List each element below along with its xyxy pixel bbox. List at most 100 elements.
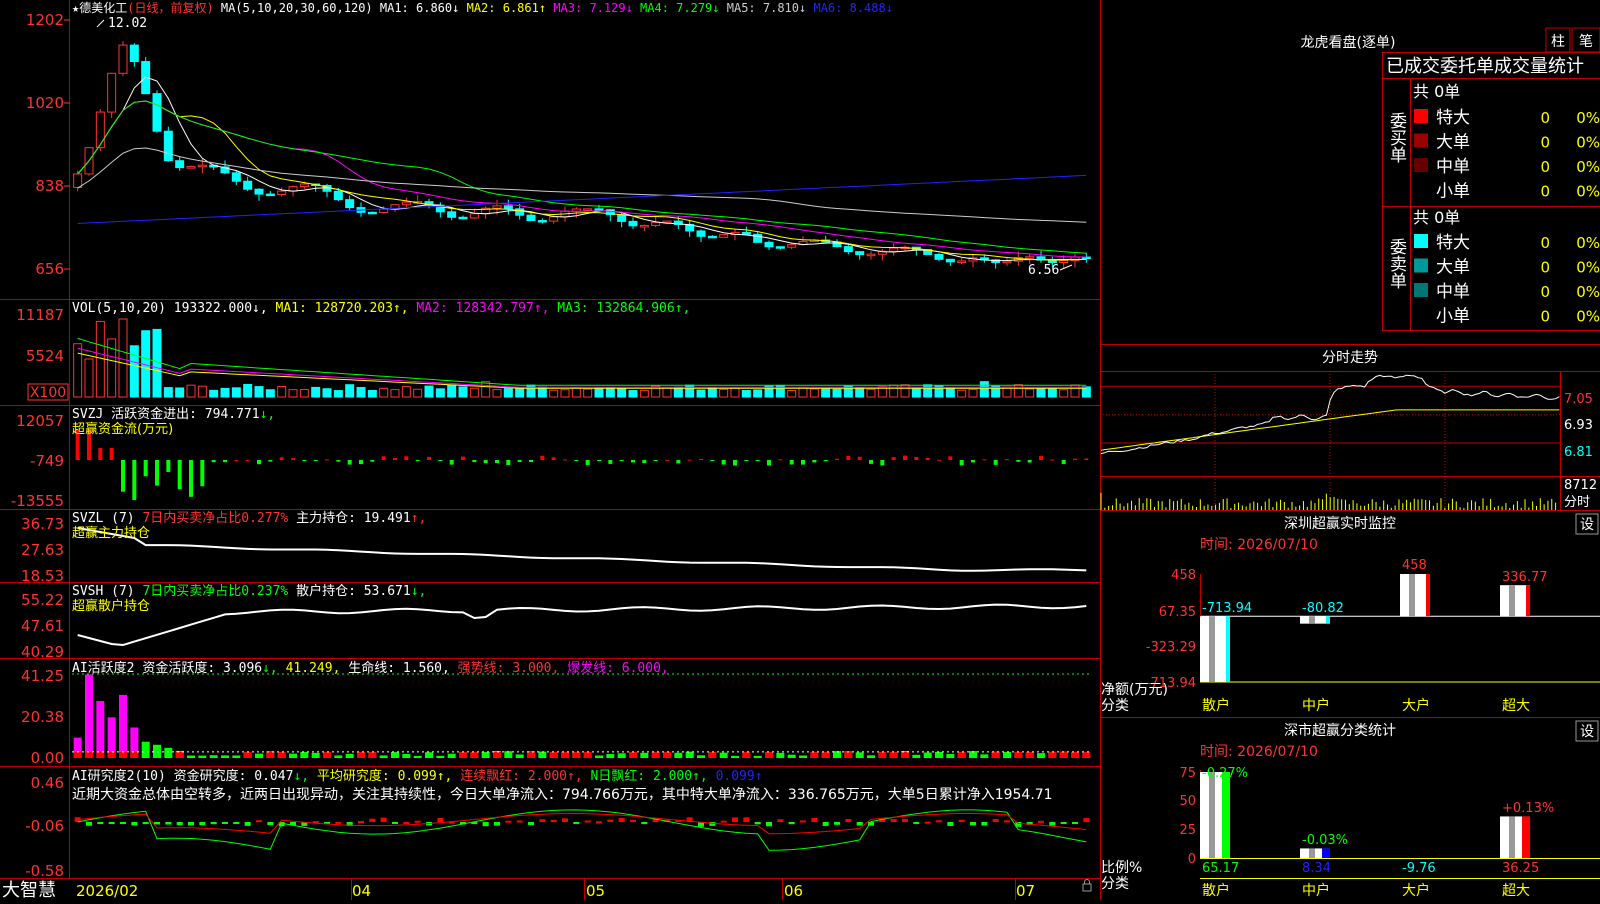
- fund-flow-bar[interactable]: [438, 460, 443, 462]
- research-bar[interactable]: [890, 819, 897, 822]
- activity-bar[interactable]: [402, 753, 411, 758]
- candle[interactable]: [639, 224, 649, 228]
- fund-flow-bar[interactable]: [1061, 460, 1066, 465]
- activity-bar[interactable]: [391, 752, 399, 758]
- fund-flow-bar[interactable]: [665, 459, 669, 461]
- fund-flow-bar[interactable]: [914, 457, 919, 460]
- research-bar[interactable]: [142, 822, 149, 824]
- fund-flow-bar[interactable]: [381, 456, 386, 460]
- candle[interactable]: [458, 216, 468, 220]
- volume-bar[interactable]: [209, 389, 219, 398]
- fund-flow-bar[interactable]: [506, 460, 511, 465]
- fund-flow-bar[interactable]: [801, 460, 805, 465]
- activity-bar[interactable]: [799, 755, 807, 758]
- volume-bar[interactable]: [821, 388, 831, 398]
- volume-bar[interactable]: [923, 384, 933, 398]
- fund-flow-bar[interactable]: [971, 460, 975, 463]
- fund-flow-bar[interactable]: [891, 457, 896, 460]
- candle[interactable]: [243, 180, 253, 190]
- candle[interactable]: [333, 190, 343, 201]
- fund-flow-bar[interactable]: [642, 460, 647, 464]
- research-bar[interactable]: [584, 820, 591, 823]
- svzj-bars[interactable]: [75, 430, 1089, 500]
- volume-bar[interactable]: [809, 388, 819, 398]
- research-bar[interactable]: [358, 821, 364, 824]
- candle[interactable]: [843, 246, 853, 253]
- fund-flow-bar[interactable]: [631, 460, 635, 463]
- candle[interactable]: [651, 221, 661, 226]
- lock-icon[interactable]: [1082, 883, 1092, 892]
- volume-bar[interactable]: [617, 388, 627, 398]
- research-bar[interactable]: [1049, 822, 1056, 826]
- activity-bar[interactable]: [787, 754, 796, 758]
- volume-bar[interactable]: [753, 389, 763, 398]
- fund-flow-bar[interactable]: [449, 460, 454, 465]
- candle[interactable]: [503, 205, 513, 210]
- research-bar[interactable]: [573, 822, 580, 824]
- fund-flow-bar[interactable]: [291, 458, 295, 460]
- volume-bar[interactable]: [866, 388, 876, 398]
- activity-bar[interactable]: [221, 755, 229, 758]
- research-bar[interactable]: [233, 822, 240, 824]
- activity-bar[interactable]: [538, 751, 547, 758]
- volume-bar[interactable]: [435, 388, 445, 398]
- fund-flow-bar[interactable]: [302, 460, 307, 461]
- fund-flow-bar[interactable]: [495, 460, 499, 464]
- candle[interactable]: [628, 220, 638, 227]
- activity-bar[interactable]: [447, 753, 456, 758]
- research-bar[interactable]: [414, 820, 421, 823]
- fund-flow-bar[interactable]: [359, 460, 363, 465]
- research-bar[interactable]: [641, 822, 648, 824]
- fund-flow-bar[interactable]: [823, 460, 828, 462]
- fund-flow-bar[interactable]: [993, 460, 998, 465]
- activity-bar[interactable]: [912, 754, 921, 758]
- candle[interactable]: [696, 230, 706, 237]
- activity-bar[interactable]: [334, 755, 343, 758]
- volume-bar[interactable]: [424, 385, 434, 398]
- stats-bar[interactable]: [1200, 772, 1230, 858]
- activity-bar[interactable]: [311, 752, 320, 758]
- candle[interactable]: [379, 208, 389, 214]
- candle[interactable]: [186, 166, 196, 169]
- fund-flow-bar[interactable]: [857, 456, 862, 460]
- fund-flow-bar[interactable]: [370, 460, 375, 462]
- candle[interactable]: [583, 208, 593, 211]
- svzl-line[interactable]: [77, 527, 1087, 572]
- activity-bar[interactable]: [674, 752, 683, 758]
- candle[interactable]: [1002, 260, 1012, 264]
- monitor-bar[interactable]: [1400, 574, 1430, 617]
- research-bar[interactable]: [800, 820, 806, 823]
- candle[interactable]: [107, 72, 117, 113]
- candle[interactable]: [152, 93, 162, 132]
- fund-flow-bar[interactable]: [733, 460, 737, 466]
- research-bar[interactable]: [528, 822, 534, 825]
- candle[interactable]: [469, 213, 479, 219]
- volume-bar[interactable]: [798, 386, 808, 398]
- fund-flow-bar[interactable]: [903, 455, 907, 460]
- research-bar[interactable]: [970, 822, 976, 826]
- monitor-bar[interactable]: [1200, 616, 1230, 682]
- volume-bar[interactable]: [469, 387, 479, 398]
- research-bar[interactable]: [380, 817, 387, 822]
- research-bar[interactable]: [505, 820, 512, 823]
- research-bar[interactable]: [403, 821, 410, 824]
- candle[interactable]: [764, 241, 774, 248]
- price-candles[interactable]: [73, 41, 1091, 269]
- volume-bar[interactable]: [855, 387, 865, 398]
- volume-bar[interactable]: [231, 387, 241, 398]
- fund-flow-bar[interactable]: [1050, 459, 1055, 461]
- research-bar[interactable]: [618, 818, 625, 822]
- volume-bar[interactable]: [390, 389, 400, 398]
- research-bar[interactable]: [494, 822, 500, 826]
- candle[interactable]: [231, 172, 241, 182]
- research-bar[interactable]: [165, 822, 172, 825]
- research-bar[interactable]: [936, 820, 942, 823]
- activity-bar[interactable]: [753, 755, 762, 758]
- intraday-chart[interactable]: [1100, 371, 1600, 510]
- candle[interactable]: [401, 201, 411, 206]
- volume-bar[interactable]: [356, 386, 366, 398]
- fund-flow-bar[interactable]: [517, 460, 522, 462]
- research-bar[interactable]: [539, 819, 546, 822]
- research-bar[interactable]: [1038, 820, 1044, 823]
- candle[interactable]: [537, 220, 547, 223]
